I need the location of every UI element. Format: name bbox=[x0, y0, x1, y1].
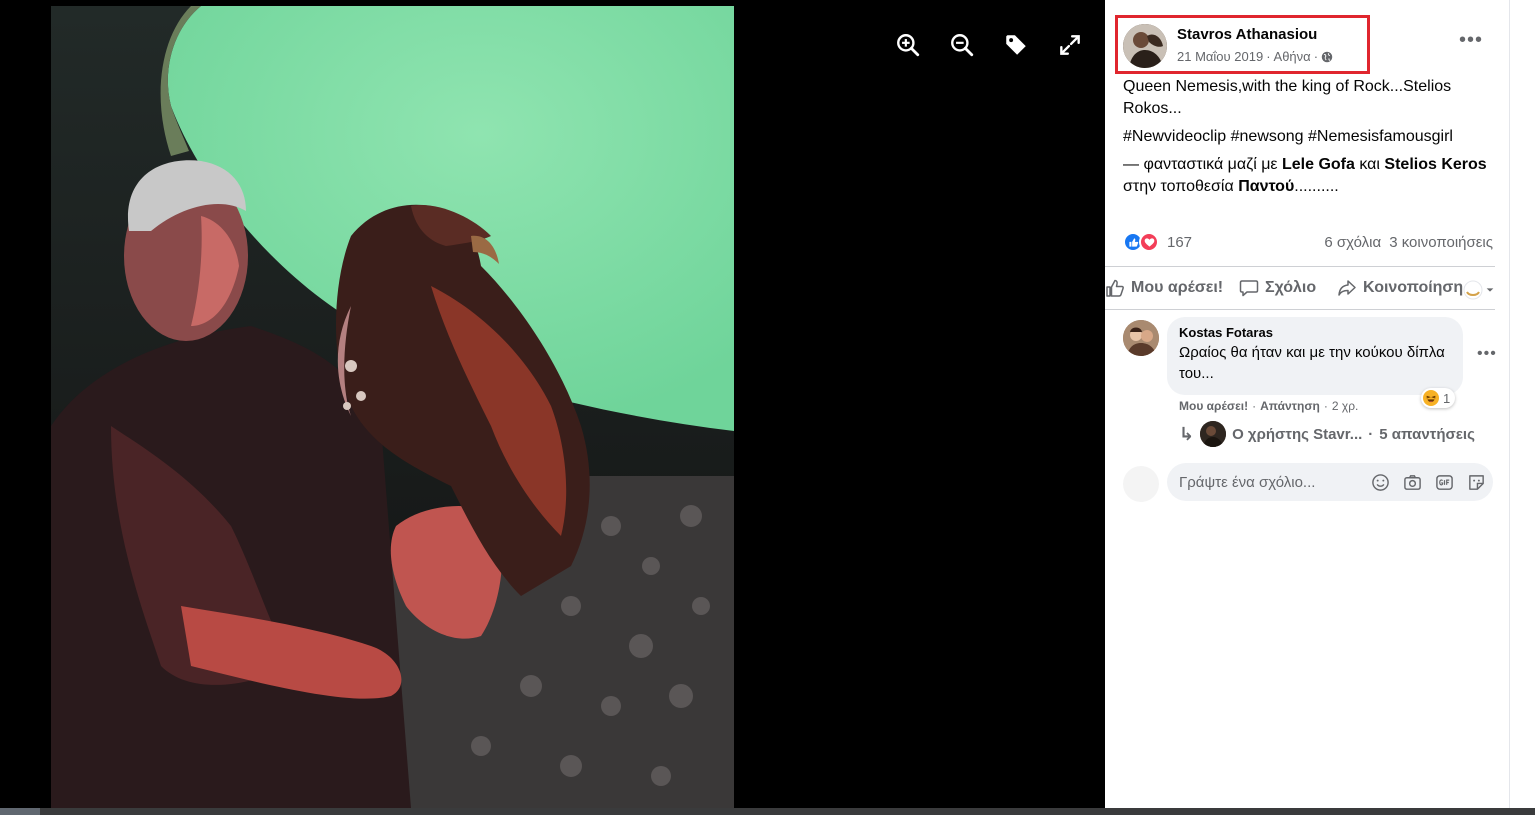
reaction-icons[interactable] bbox=[1123, 232, 1159, 252]
commenter-name[interactable]: Kostas Fotaras bbox=[1179, 325, 1451, 340]
meta-separator: · bbox=[1266, 49, 1271, 64]
tag-icon[interactable] bbox=[1001, 30, 1031, 60]
zoom-in-icon[interactable] bbox=[893, 30, 923, 60]
comment-action-dot: · bbox=[1252, 399, 1257, 413]
viewer-toolbar bbox=[893, 30, 1085, 60]
post-text: Queen Nemesis,with the king of Rock...St… bbox=[1123, 76, 1495, 204]
comment-composer bbox=[1167, 463, 1493, 501]
more-options-icon[interactable]: ••• bbox=[1459, 30, 1483, 50]
reply-avatar bbox=[1200, 421, 1227, 447]
tagged-person[interactable]: Lele Gofa bbox=[1282, 156, 1355, 173]
comment-label: Σχόλιο bbox=[1265, 279, 1317, 296]
comment-reply-link[interactable]: Απάντηση bbox=[1260, 399, 1320, 413]
current-user-avatar bbox=[1123, 466, 1159, 502]
bottom-scrollbar[interactable] bbox=[0, 808, 1535, 815]
sticker-icon[interactable] bbox=[1465, 471, 1487, 493]
post-date[interactable]: 21 Μαΐου 2019 bbox=[1177, 49, 1263, 64]
share-button[interactable]: Κοινοποίηση bbox=[1337, 278, 1463, 298]
love-reaction-icon bbox=[1139, 232, 1159, 252]
hashtag[interactable]: #Newvideoclip bbox=[1123, 128, 1226, 145]
reply-arrow-icon: ↳ bbox=[1179, 423, 1195, 444]
comment-like-link[interactable]: Μου αρέσει! bbox=[1179, 399, 1248, 413]
comment-input[interactable] bbox=[1179, 473, 1369, 491]
comment-time[interactable]: 2 χρ. bbox=[1332, 399, 1358, 413]
post-location[interactable]: Αθήνα bbox=[1274, 49, 1311, 64]
post-panel: Stavros Athanasiou 21 Μαΐου 2019 · Αθήνα… bbox=[1105, 0, 1509, 808]
composer-icons bbox=[1369, 471, 1487, 493]
replies-author: Ο χρήστης Stavr... bbox=[1232, 425, 1363, 443]
meta-separator: · bbox=[1313, 49, 1319, 64]
reaction-count[interactable]: 167 bbox=[1167, 234, 1192, 251]
comment-action-dot: · bbox=[1323, 399, 1328, 413]
replies-count: 5 απαντήσεις bbox=[1379, 425, 1475, 443]
comment-options-icon[interactable]: ••• bbox=[1477, 345, 1497, 363]
profile-thumbnail-icon bbox=[1463, 280, 1483, 300]
comment-text: Ωραίος θα ήταν και με την κούκου δίπλα τ… bbox=[1179, 344, 1445, 382]
reactions-summary: 167 6 σχόλια 3 κοινοποιήσεις bbox=[1123, 230, 1493, 254]
author-avatar[interactable] bbox=[1123, 24, 1167, 68]
share-label: Κοινοποίηση bbox=[1363, 279, 1464, 296]
tagged-place[interactable]: Παντού bbox=[1238, 178, 1294, 195]
camera-icon[interactable] bbox=[1401, 471, 1423, 493]
chevron-down-icon bbox=[1486, 288, 1494, 292]
with-and: και bbox=[1359, 156, 1380, 173]
post-hashtags: #Newvideoclip #newsong #Nemesisfamousgir… bbox=[1123, 126, 1495, 148]
view-replies[interactable]: ↳ Ο χρήστης Stavr... · 5 απαντήσεις bbox=[1179, 421, 1475, 447]
place-prefix: στην τοποθεσία bbox=[1123, 178, 1234, 195]
place-suffix: .......... bbox=[1294, 178, 1339, 195]
panel-scrollbar[interactable] bbox=[1509, 0, 1535, 808]
comments-count[interactable]: 6 σχόλια bbox=[1324, 234, 1381, 251]
like-button[interactable]: Μου αρέσει! bbox=[1105, 278, 1223, 298]
globe-icon bbox=[1321, 51, 1333, 62]
gif-icon[interactable] bbox=[1433, 471, 1455, 493]
thumbs-up-icon bbox=[1106, 279, 1124, 297]
audience-selector[interactable] bbox=[1463, 280, 1495, 300]
photo-illustration bbox=[51, 6, 734, 808]
replies-dot: · bbox=[1368, 425, 1374, 443]
comment-reactions[interactable]: 1 bbox=[1421, 388, 1456, 408]
photo-viewer bbox=[0, 0, 1105, 808]
hashtag[interactable]: #Nemesisfamousgirl bbox=[1308, 128, 1453, 145]
comment-button[interactable]: Σχόλιο bbox=[1239, 278, 1316, 298]
comment-icon bbox=[1239, 280, 1259, 297]
post-meta: 21 Μαΐου 2019 · Αθήνα · bbox=[1177, 49, 1333, 64]
comment-actions: Μου αρέσει! · Απάντηση · 2 χρ. bbox=[1179, 399, 1358, 413]
tagged-person[interactable]: Stelios Keros bbox=[1384, 156, 1486, 173]
emoji-icon[interactable] bbox=[1369, 471, 1391, 493]
hashtag[interactable]: #newsong bbox=[1231, 128, 1304, 145]
like-label: Μου αρέσει! bbox=[1131, 279, 1224, 296]
author-name[interactable]: Stavros Athanasiou bbox=[1177, 26, 1317, 43]
shares-count[interactable]: 3 κοινοποιήσεις bbox=[1389, 234, 1493, 251]
commenter-avatar[interactable] bbox=[1123, 320, 1159, 356]
comment-bubble: Kostas Fotaras Ωραίος θα ήταν και με την… bbox=[1167, 317, 1463, 395]
zoom-out-icon[interactable] bbox=[947, 30, 977, 60]
post-actions: Μου αρέσει! Σχόλιο Κοινοποίηση bbox=[1105, 266, 1495, 310]
post-caption: Queen Nemesis,with the king of Rock...St… bbox=[1123, 78, 1452, 117]
with-prefix: — φανταστικά μαζί με bbox=[1123, 156, 1278, 173]
haha-reaction-icon bbox=[1423, 390, 1439, 406]
fullscreen-icon[interactable] bbox=[1055, 30, 1085, 60]
scrollbar-thumb[interactable] bbox=[0, 808, 40, 815]
comment-reaction-count: 1 bbox=[1443, 390, 1451, 406]
share-icon bbox=[1338, 280, 1356, 296]
post-photo[interactable] bbox=[51, 6, 734, 808]
engagement-counts: 6 σχόλια 3 κοινοποιήσεις bbox=[1324, 234, 1493, 251]
tagged-line: — φανταστικά μαζί με Lele Gofa και Steli… bbox=[1123, 154, 1495, 198]
